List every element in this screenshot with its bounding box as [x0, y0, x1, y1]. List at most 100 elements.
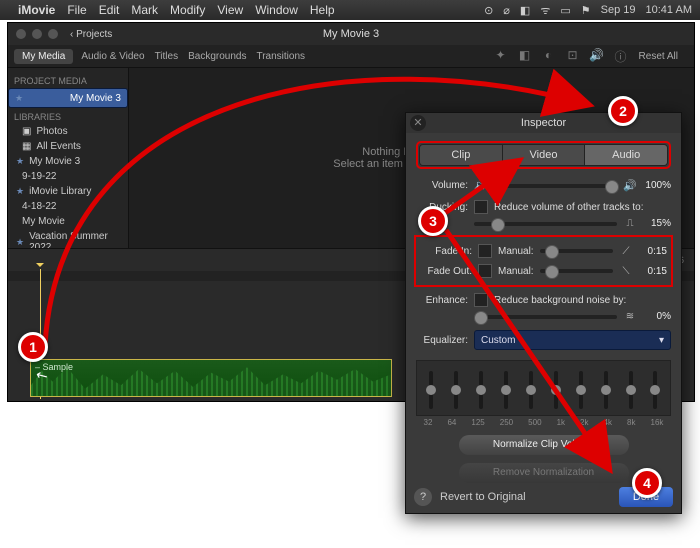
sidebar-label: My Movie 3: [70, 93, 121, 104]
fade-out-label: Fade Out:: [420, 266, 472, 277]
audio-clip[interactable]: – Sample: [30, 359, 392, 397]
ducking-label: Ducking:: [416, 202, 468, 213]
fade-in-value: 0:15: [639, 246, 667, 257]
help-icon[interactable]: ?: [414, 488, 432, 506]
tab-titles[interactable]: Titles: [155, 51, 179, 62]
sidebar-item[interactable]: 4-18-22: [8, 199, 128, 214]
media-toolbar: My Media Audio & Video Titles Background…: [8, 45, 694, 68]
menu-app[interactable]: iMovie: [18, 3, 55, 17]
fade-out-value: 0:15: [639, 266, 667, 277]
menu-modify[interactable]: Modify: [170, 3, 205, 17]
photos-icon: ▣: [22, 126, 31, 137]
remove-normalization-button: Remove Normalization: [459, 463, 629, 483]
fade-out-row: Fade Out: Manual: ⟍ 0:15: [418, 261, 669, 281]
tab-video[interactable]: Video: [503, 145, 586, 165]
tab-transitions[interactable]: Transitions: [256, 51, 305, 62]
crop-icon[interactable]: ⊡: [565, 48, 581, 64]
star-icon: ★: [16, 156, 24, 167]
speaker-high-icon: 🔊: [623, 179, 637, 192]
sidebar-header: LIBRARIES: [14, 112, 122, 122]
enhance-label: Enhance:: [416, 295, 468, 306]
ducking-checkbox[interactable]: [474, 200, 488, 214]
sidebar-item[interactable]: ▦All Events: [8, 139, 128, 154]
equalizer-bands[interactable]: [416, 360, 671, 416]
menu-help[interactable]: Help: [310, 3, 335, 17]
close-icon[interactable]: [16, 29, 26, 39]
fade-in-curve-icon: ⟋: [619, 246, 633, 257]
sidebar-header: PROJECT MEDIA: [14, 76, 122, 86]
tab-backgrounds[interactable]: Backgrounds: [188, 51, 246, 62]
noise-icon: ≋: [623, 311, 637, 322]
status-icon: ◧: [520, 4, 530, 17]
ducking-value: 15%: [643, 218, 671, 229]
inspector-panel: ✕ Inspector Clip Video Audio Volume: 🔈 🔊…: [405, 112, 682, 514]
eq-label: Equalizer:: [416, 335, 468, 346]
ducking-row: Ducking: Reduce volume of other tracks t…: [406, 196, 681, 218]
enhance-value: 0%: [643, 311, 671, 322]
sidebar-item[interactable]: 9-19-22: [8, 169, 128, 184]
fade-out-checkbox[interactable]: [478, 264, 492, 278]
eq-preset-select[interactable]: Custom▾: [474, 330, 671, 350]
back-button[interactable]: ‹ Projects: [70, 29, 112, 40]
inspector-tabs: Clip Video Audio: [419, 144, 668, 166]
revert-button[interactable]: Revert to Original: [440, 491, 526, 503]
menu-date: Sep 19: [601, 4, 636, 16]
sidebar-item[interactable]: ▣Photos: [8, 124, 128, 139]
adjust-icon[interactable]: ◧: [517, 48, 533, 64]
sidebar-item[interactable]: ★My Movie 3: [8, 154, 128, 169]
menu-time: 10:41 AM: [646, 4, 692, 16]
volume-slider[interactable]: [494, 184, 618, 188]
battery-icon: ▭: [560, 4, 570, 17]
menu-window[interactable]: Window: [255, 3, 298, 17]
wand-icon[interactable]: ✦: [493, 48, 509, 64]
reset-all[interactable]: Reset All: [639, 51, 678, 62]
fade-out-slider[interactable]: [540, 269, 613, 273]
grid-icon: ▦: [22, 141, 31, 152]
status-icon: ⊙: [484, 4, 493, 17]
star-icon: ★: [15, 93, 23, 104]
fade-in-checkbox[interactable]: [478, 244, 492, 258]
fade-out-manual: Manual:: [498, 266, 534, 277]
duck-curve-icon: ⎍: [623, 218, 637, 229]
info-icon[interactable]: ⓘ: [613, 48, 629, 64]
annotation-box-fade: Fade In: Manual: ⟋ 0:15 Fade Out: Manual…: [414, 235, 673, 287]
sidebar-project[interactable]: ★ My Movie 3: [8, 88, 128, 108]
color-icon[interactable]: ◐: [541, 48, 557, 64]
enhance-checkbox[interactable]: [474, 293, 488, 307]
done-button[interactable]: Done: [619, 487, 673, 507]
sidebar-item[interactable]: ★iMovie Library: [8, 184, 128, 199]
menu-mark[interactable]: Mark: [131, 3, 158, 17]
zoom-icon[interactable]: [48, 29, 58, 39]
menu-view[interactable]: View: [217, 3, 243, 17]
minimize-icon[interactable]: [32, 29, 42, 39]
fade-in-label: Fade In:: [420, 246, 472, 257]
fade-in-row: Fade In: Manual: ⟋ 0:15: [418, 241, 669, 261]
ducking-slider[interactable]: [474, 222, 617, 226]
volume-value: 100%: [643, 180, 671, 191]
star-icon: ★: [16, 186, 24, 197]
volume-row: Volume: 🔈 🔊 100%: [406, 175, 681, 196]
chevron-down-icon: ▾: [659, 335, 664, 346]
close-icon[interactable]: ✕: [410, 115, 426, 131]
normalize-button[interactable]: Normalize Clip Volume: [459, 435, 629, 455]
flag-icon: ⚑: [581, 4, 591, 17]
speaker-icon[interactable]: 🔊: [589, 48, 605, 64]
tab-audio[interactable]: Audio: [585, 145, 667, 165]
inspector-title: ✕ Inspector: [406, 113, 681, 133]
speaker-low-icon: 🔈: [474, 179, 488, 192]
menu-file[interactable]: File: [67, 3, 86, 17]
tab-my-media[interactable]: My Media: [14, 49, 73, 64]
enhance-desc: Reduce background noise by:: [494, 295, 671, 306]
waveform: [31, 360, 391, 396]
fade-in-manual: Manual:: [498, 246, 534, 257]
macos-menubar: iMovie File Edit Mark Modify View Window…: [0, 0, 700, 20]
enhance-slider[interactable]: [474, 315, 617, 319]
tab-audio-video[interactable]: Audio & Video: [81, 51, 144, 62]
star-icon: ★: [16, 237, 24, 248]
menu-edit[interactable]: Edit: [99, 3, 120, 17]
sidebar-item[interactable]: My Movie: [8, 214, 128, 229]
volume-label: Volume:: [416, 180, 468, 191]
fade-out-curve-icon: ⟍: [619, 266, 633, 277]
fade-in-slider[interactable]: [540, 249, 613, 253]
tab-clip[interactable]: Clip: [420, 145, 503, 165]
